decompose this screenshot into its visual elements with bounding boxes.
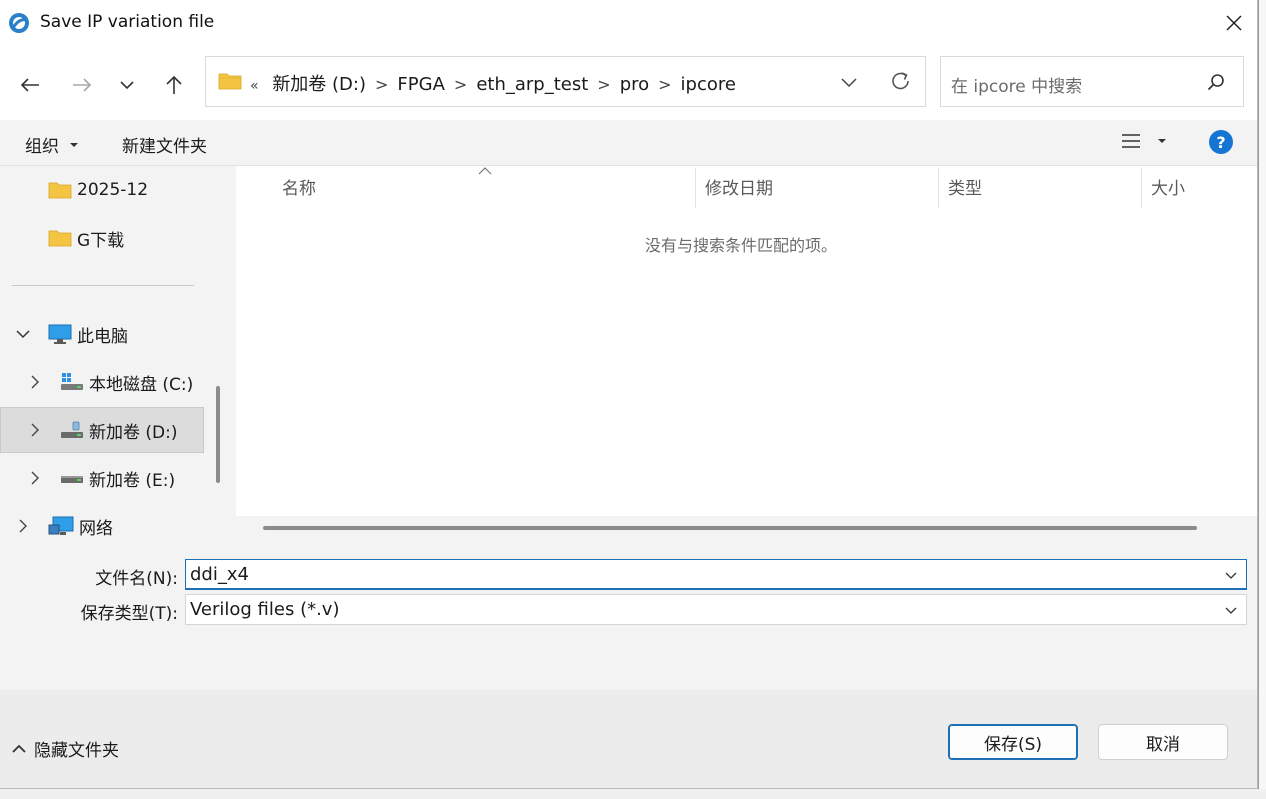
close-icon bbox=[1226, 15, 1242, 31]
navigation-pane: 2025-12 G下载 此电脑 本地磁盘 (C:) 新加卷 (D:) 新加卷 (… bbox=[0, 166, 206, 541]
title-bar: Save IP variation file bbox=[0, 0, 1257, 46]
close-button[interactable] bbox=[1211, 0, 1257, 46]
filename-label: 文件名(N): bbox=[95, 569, 178, 589]
chevron-up-icon bbox=[12, 744, 26, 753]
system-drive-icon bbox=[61, 373, 83, 390]
arrow-up-icon bbox=[166, 75, 182, 94]
breadcrumb-item-ipcore[interactable]: ipcore bbox=[681, 74, 736, 95]
save-dialog: Save IP variation file « 新加卷 (D:) > FPGA… bbox=[0, 0, 1258, 789]
folder-icon bbox=[48, 230, 72, 247]
search-icon bbox=[1207, 74, 1224, 91]
help-button[interactable]: ? bbox=[1209, 130, 1233, 154]
computer-icon bbox=[48, 324, 72, 344]
search-placeholder: 在 ipcore 中搜索 bbox=[951, 77, 1083, 97]
search-input[interactable]: 在 ipcore 中搜索 bbox=[940, 56, 1244, 107]
sidebar-item-drive-c[interactable]: 本地磁盘 (C:) bbox=[0, 359, 204, 405]
hide-folders-toggle[interactable]: 隐藏文件夹 bbox=[12, 736, 119, 761]
sidebar-item-label: 新加卷 (E:) bbox=[89, 470, 176, 491]
chevron-right-icon[interactable] bbox=[30, 471, 40, 485]
save-button[interactable]: 保存(S) bbox=[948, 724, 1078, 760]
back-button[interactable] bbox=[15, 70, 45, 100]
sidebar-item-label: 网络 bbox=[79, 518, 113, 539]
column-separator[interactable] bbox=[1141, 168, 1142, 208]
dialog-footer: 隐藏文件夹 保存(S) 取消 bbox=[0, 690, 1257, 788]
help-icon: ? bbox=[1216, 132, 1226, 152]
view-options-button[interactable] bbox=[1121, 133, 1169, 149]
column-header-name[interactable]: 名称 bbox=[282, 166, 316, 206]
sidebar-item-label: 2025-12 bbox=[77, 180, 149, 200]
command-bar: 组织 新建文件夹 ? bbox=[0, 120, 1257, 166]
sidebar-item-drive-d[interactable]: 新加卷 (D:) bbox=[0, 407, 204, 453]
background-window-edge bbox=[1258, 0, 1266, 799]
address-history-button[interactable] bbox=[840, 70, 858, 98]
arrow-left-icon bbox=[20, 78, 39, 92]
sidebar-item-this-pc[interactable]: 此电脑 bbox=[0, 311, 204, 357]
chevron-down-icon[interactable] bbox=[16, 329, 30, 339]
network-icon bbox=[48, 516, 74, 535]
caret-down-icon bbox=[1158, 139, 1166, 143]
list-view-icon bbox=[1122, 134, 1140, 148]
app-icon bbox=[9, 13, 29, 33]
chevron-down-icon[interactable] bbox=[1224, 603, 1238, 617]
new-folder-button[interactable]: 新建文件夹 bbox=[122, 132, 207, 157]
column-header-type[interactable]: 类型 bbox=[948, 166, 982, 206]
filename-value: ddi_x4 bbox=[190, 564, 249, 585]
sidebar-divider bbox=[12, 285, 194, 286]
forward-button[interactable] bbox=[67, 70, 97, 100]
organize-label: 组织 bbox=[25, 137, 59, 157]
breadcrumb-overflow[interactable]: « bbox=[250, 78, 259, 94]
chevron-down-icon bbox=[841, 78, 857, 88]
filename-field[interactable]: ddi_x4 bbox=[185, 559, 1247, 590]
sidebar-item-network[interactable]: 网络 bbox=[0, 503, 204, 541]
breadcrumb-item-eth-arp-test[interactable]: eth_arp_test bbox=[476, 74, 588, 95]
column-separator[interactable] bbox=[695, 168, 696, 208]
chevron-down-icon bbox=[120, 81, 134, 90]
sidebar-item-label: 此电脑 bbox=[77, 326, 128, 347]
drive-icon bbox=[61, 421, 83, 438]
chevron-right-icon[interactable] bbox=[30, 375, 40, 389]
hide-folders-label: 隐藏文件夹 bbox=[34, 741, 119, 761]
organize-menu[interactable]: 组织 bbox=[25, 132, 81, 157]
breadcrumb-item-d-drive[interactable]: 新加卷 (D:) bbox=[272, 74, 366, 95]
folder-icon bbox=[218, 73, 242, 90]
window-title: Save IP variation file bbox=[40, 12, 215, 32]
refresh-icon bbox=[892, 72, 909, 90]
background-window-edge-bottom bbox=[0, 789, 1266, 799]
breadcrumb-item-pro[interactable]: pro bbox=[620, 74, 649, 95]
sidebar-scrollbar[interactable] bbox=[216, 386, 220, 483]
chevron-right-icon[interactable] bbox=[30, 423, 40, 437]
sidebar-item-2025-12[interactable]: 2025-12 bbox=[0, 167, 204, 213]
sidebar-item-g-downloads[interactable]: G下载 bbox=[0, 215, 204, 261]
sidebar-item-label: 本地磁盘 (C:) bbox=[89, 374, 194, 395]
drive-icon bbox=[61, 476, 83, 483]
breadcrumb-item-fpga[interactable]: FPGA bbox=[397, 74, 444, 95]
chevron-right-icon[interactable] bbox=[18, 519, 28, 533]
refresh-button[interactable] bbox=[890, 69, 912, 97]
breadcrumb: « 新加卷 (D:) > FPGA > eth_arp_test > pro > ipcore bbox=[250, 74, 736, 95]
sidebar-item-drive-e[interactable]: 新加卷 (E:) bbox=[0, 455, 204, 501]
column-header-size[interactable]: 大小 bbox=[1151, 166, 1185, 206]
sort-ascending-icon bbox=[478, 167, 492, 175]
recent-locations-button[interactable] bbox=[112, 70, 142, 100]
cancel-button[interactable]: 取消 bbox=[1098, 724, 1228, 760]
filetype-select[interactable]: Verilog files (*.v) bbox=[185, 594, 1247, 625]
column-separator[interactable] bbox=[938, 168, 939, 208]
column-header-modified[interactable]: 修改日期 bbox=[705, 166, 773, 206]
navigation-bar: « 新加卷 (D:) > FPGA > eth_arp_test > pro > ipcore … bbox=[0, 46, 1257, 120]
up-button[interactable] bbox=[159, 70, 189, 100]
empty-message: 没有与搜索条件匹配的项。 bbox=[644, 236, 837, 255]
horizontal-scrollbar[interactable] bbox=[263, 526, 1197, 530]
file-list: 名称 修改日期 类型 大小 没有与搜索条件匹配的项。 bbox=[236, 166, 1257, 541]
folder-icon bbox=[48, 182, 72, 199]
sidebar-item-label: 新加卷 (D:) bbox=[89, 422, 178, 443]
caret-down-icon bbox=[70, 142, 78, 147]
filetype-value: Verilog files (*.v) bbox=[190, 599, 340, 620]
chevron-down-icon[interactable] bbox=[1224, 568, 1238, 582]
address-bar[interactable]: « 新加卷 (D:) > FPGA > eth_arp_test > pro > ipcore bbox=[205, 56, 926, 107]
sidebar-item-label: G下载 bbox=[77, 230, 125, 251]
arrow-right-icon bbox=[73, 78, 92, 92]
filetype-label: 保存类型(T): bbox=[80, 604, 178, 624]
